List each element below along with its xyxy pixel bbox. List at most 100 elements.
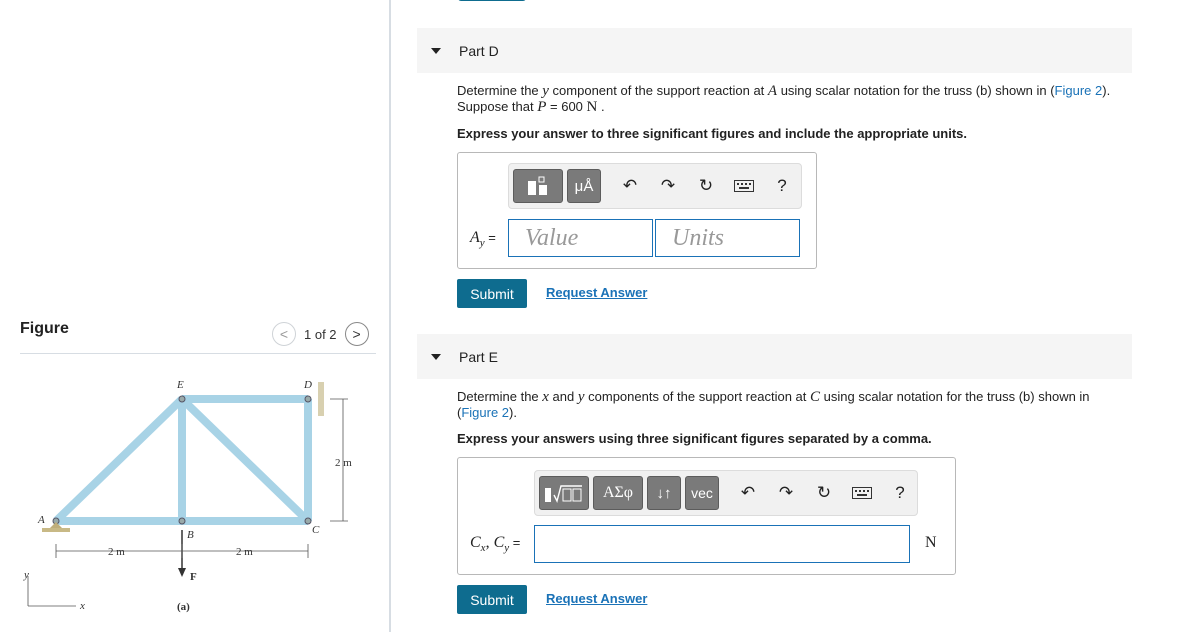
template-icon	[528, 176, 547, 195]
part-d-header[interactable]: Part D	[417, 28, 1132, 73]
redo-icon[interactable]: ↷	[653, 171, 683, 201]
dim-v-label: 2 m	[335, 457, 352, 469]
label-f: F	[190, 571, 197, 583]
greek-symbols-button[interactable]: ΑΣφ	[593, 476, 643, 510]
figure-pager: < 1 of 2 >	[272, 321, 369, 347]
prompt-text: and	[548, 389, 578, 404]
reset-icon[interactable]: ↻	[809, 478, 839, 508]
chevron-left-icon: <	[279, 326, 289, 342]
label-b: B	[187, 529, 194, 541]
prompt-text: = 600	[546, 99, 587, 114]
vector-button[interactable]: vec	[685, 476, 719, 510]
part-d-instruction: Express your answer to three significant…	[457, 126, 967, 141]
prompt-text: Determine the	[457, 389, 543, 404]
arrows-icon: ↓↑	[656, 484, 672, 502]
reset-icon[interactable]: ↻	[691, 171, 721, 201]
math-var: C	[810, 389, 821, 405]
keyboard-icon[interactable]	[729, 171, 759, 201]
caret-down-icon	[431, 47, 441, 54]
part-d-request-answer-link[interactable]: Request Answer	[546, 285, 647, 300]
redo-icon[interactable]: ↷	[771, 478, 801, 508]
equals-sign: =	[484, 230, 496, 245]
prompt-text: ).	[1102, 83, 1111, 98]
value-input[interactable]: Value	[508, 219, 653, 257]
part-e-header[interactable]: Part E	[417, 334, 1132, 379]
label-c: C	[312, 524, 320, 536]
keyboard-icon[interactable]	[847, 478, 877, 508]
arrows-button[interactable]: ↓↑	[647, 476, 681, 510]
undo-icon[interactable]: ↶	[733, 478, 763, 508]
part-e-submit-button[interactable]: Submit	[457, 585, 527, 614]
coordinate-axes	[27, 576, 76, 607]
undo-icon[interactable]: ↶	[615, 171, 645, 201]
prompt-text: components of the support reaction at	[584, 389, 810, 404]
help-icon[interactable]: ?	[885, 478, 915, 508]
prev-figure-button[interactable]: <	[272, 322, 296, 346]
part-e-instruction: Express your answers using three signifi…	[457, 431, 932, 446]
prompt-text: using scalar notation for the truss (b) …	[820, 389, 1090, 404]
vec-icon: vec	[691, 485, 713, 501]
ground-a	[42, 528, 70, 532]
components-input[interactable]	[534, 525, 910, 563]
truss-figure: A B C D E y x F 2 m 2 m 2 m (a)	[23, 379, 352, 613]
greek-icon: ΑΣφ	[602, 484, 634, 501]
panel-divider	[389, 0, 391, 632]
units-button[interactable]: μÅ	[567, 169, 601, 203]
math-unit: N	[586, 99, 598, 115]
var-letter: A	[470, 229, 480, 246]
label-d: D	[303, 379, 312, 391]
part-e-title: Part E	[459, 348, 498, 365]
template-button[interactable]	[513, 169, 563, 203]
math-var: x	[542, 389, 549, 405]
prompt-text: component of the support reaction at	[548, 83, 768, 98]
part-e-answer-box: ΑΣφ ↓↑ vec ↶ ↷ ↻ ? Cx, Cy =	[457, 457, 956, 575]
prompt-text: Suppose that	[457, 99, 538, 114]
previous-submit-button[interactable]	[458, 0, 526, 1]
part-e-prompt: Determine the x and y components of the …	[457, 389, 1117, 421]
truss-members	[53, 395, 312, 525]
part-d-title: Part D	[459, 42, 499, 59]
caret-down-icon	[431, 353, 441, 360]
dim-h1-label: 2 m	[108, 546, 125, 558]
comma: ,	[485, 534, 494, 551]
label-e: E	[176, 379, 184, 391]
figure-2-link[interactable]: Figure 2	[1055, 83, 1103, 98]
wall-support	[318, 382, 324, 416]
micro-angstrom-icon: μÅ	[574, 177, 594, 195]
part-d-answer-box: μÅ ↶ ↷ ↻ ? Ay = Value Units	[457, 152, 817, 269]
pager-text: 1 of 2	[304, 326, 337, 342]
part-e-toolbar: ΑΣφ ↓↑ vec ↶ ↷ ↻ ?	[534, 470, 918, 516]
next-figure-button[interactable]: >	[344, 322, 369, 346]
part-e-request-answer-link[interactable]: Request Answer	[546, 591, 647, 606]
var-letter: C	[493, 534, 505, 551]
figure-2-link[interactable]: Figure 2	[461, 405, 509, 420]
units-input[interactable]: Units	[655, 219, 800, 257]
figure-heading: Figure	[20, 320, 69, 337]
axis-x-label: x	[79, 600, 85, 612]
part-e-unit-label: N	[925, 534, 937, 551]
math-var: y	[542, 83, 549, 99]
chevron-right-icon: >	[352, 326, 361, 342]
prompt-text: using scalar notation for the truss (b) …	[777, 83, 1055, 98]
keyboard-glyph	[852, 487, 872, 499]
figure-panel: Figure < 1 of 2 > A B C D E y x F 2 m 2 …	[0, 0, 390, 632]
math-var: y	[577, 389, 585, 405]
math-var: A	[767, 83, 778, 99]
template-sqrt-icon	[545, 485, 582, 503]
part-d-toolbar: μÅ ↶ ↷ ↻ ?	[508, 163, 802, 209]
axis-y-label: y	[23, 569, 29, 581]
part-d-prompt: Determine the y component of the support…	[457, 83, 1117, 115]
figure-caption: (a)	[177, 601, 190, 613]
help-icon[interactable]: ?	[767, 171, 797, 201]
part-d-var-label: Ay =	[470, 229, 496, 249]
template-sqrt-button[interactable]	[539, 476, 589, 510]
part-e-var-label: Cx, Cy =	[470, 534, 520, 554]
equals-sign: =	[509, 535, 521, 550]
prompt-text: .	[597, 99, 605, 114]
load-arrowhead	[178, 568, 186, 577]
prompt-text: ).	[509, 405, 517, 420]
part-d-submit-button[interactable]: Submit	[457, 279, 527, 308]
prompt-text: Determine the	[457, 83, 543, 98]
var-letter: C	[470, 534, 481, 551]
label-a: A	[37, 514, 45, 526]
